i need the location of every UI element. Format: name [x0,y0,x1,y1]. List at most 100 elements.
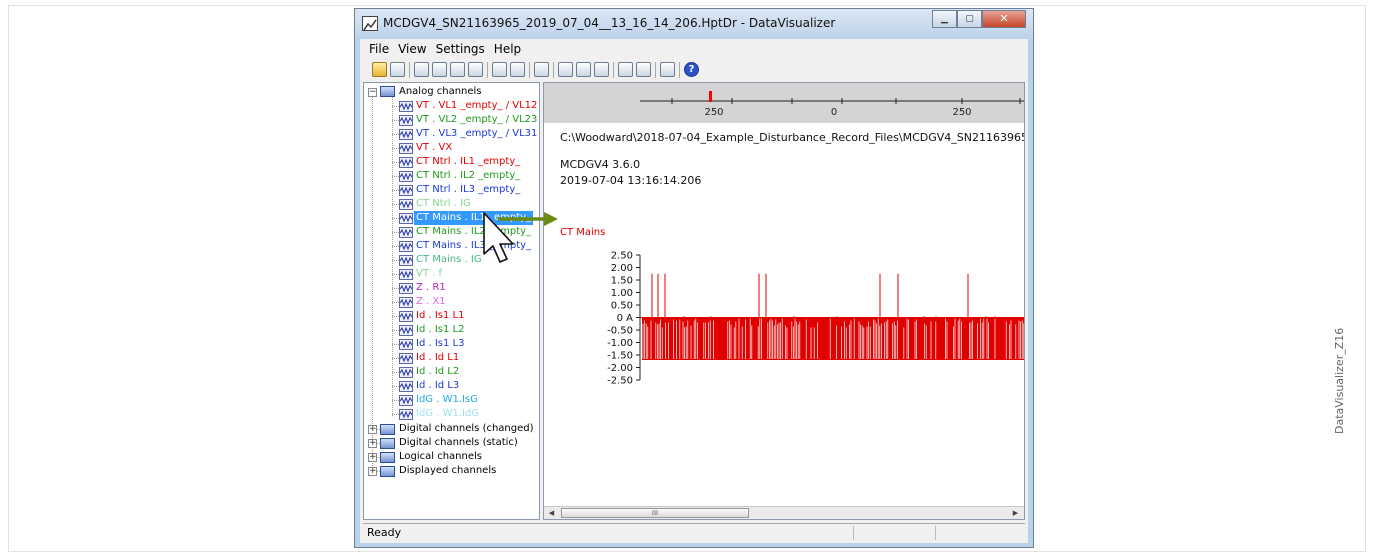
tree-channel-item[interactable]: Id . Id L1 [364,351,539,365]
trigger-marker [709,91,712,102]
collapse-icon[interactable]: − [368,88,377,97]
waveform-icon [399,311,413,322]
tree-channel-label: CT Ntrl . IL2 _empty_ [416,170,521,181]
tree-channel-item[interactable]: VT . VL1 _empty_ / VL12 [364,99,539,113]
waveform-icon [399,199,413,210]
status-cell [853,526,934,540]
zoom-in-icon[interactable] [576,62,591,77]
horizontal-scrollbar[interactable]: ◀ III ▶ [544,506,1024,519]
tree-channel-item[interactable]: CT Mains . IL1 _empty_ [364,211,539,225]
folder-icon [380,452,395,463]
tree-group-item[interactable]: + Logical channels [364,450,539,464]
tree-root[interactable]: − Analog channels [364,85,539,99]
tree-channel-item[interactable]: Id . Is1 L2 [364,323,539,337]
title-bar[interactable]: MCDGV4_SN21163965_2019_07_04__13_16_14_2… [355,9,1033,39]
waveform-icon [399,409,413,420]
tree-channel-item[interactable]: IdG . W1.IsG [364,393,539,407]
marker-icon[interactable] [468,62,483,77]
tree-channel-item[interactable]: Z . X1 [364,295,539,309]
open-folder-icon[interactable] [372,62,387,77]
expand-icon[interactable]: + [368,425,377,434]
toolbar-separator [487,62,488,78]
help-icon[interactable]: ? [684,62,699,77]
tree-channel-item[interactable]: VT . f [364,267,539,281]
cursor-icon[interactable] [432,62,447,77]
maximize-button[interactable]: ▢ [957,10,982,28]
export-icon[interactable] [534,62,549,77]
time-tick-label: 250 [952,107,971,118]
chart-view[interactable]: 250 0 250 C:\Woodward\2018-07-04_Example_D… [543,82,1025,520]
graph-icon[interactable] [492,62,507,77]
menu-view[interactable]: View [398,39,426,59]
menu-file[interactable]: File [369,39,389,59]
frame-top [8,5,1366,6]
tree-group-label: Digital channels (static) [399,437,518,448]
channel-settings-icon[interactable] [414,62,429,77]
tree-channel-item[interactable]: VT . VL3 _empty_ / VL31 [364,127,539,141]
print-icon[interactable] [660,62,675,77]
y-tick-label: 0 A [617,313,634,324]
y-tick-label: -1.50 [607,351,633,362]
tree-channel-item[interactable]: CT Ntrl . IL2 _empty_ [364,169,539,183]
tree-group-label: Logical channels [399,451,483,462]
expand-icon[interactable]: + [368,467,377,476]
tree-channel-item[interactable]: CT Mains . IG [364,253,539,267]
file-path: C:\Woodward\2018-07-04_Example_Disturban… [560,131,1025,144]
toolbar-separator [679,62,680,78]
tree-channel-item[interactable]: VT . VL2 _empty_ / VL23 [364,113,539,127]
waveform-icon [399,213,413,224]
tree-channel-item[interactable]: Id . Is1 L1 [364,309,539,323]
y-tick-label: 1.00 [611,288,633,299]
tree-group-item[interactable]: + Displayed channels [364,464,539,478]
tree-channel-item[interactable]: CT Mains . IL3 _empty_ [364,239,539,253]
close-button[interactable]: ✕ [982,10,1026,28]
menu-bar: File View Settings Help [360,39,1028,59]
frame-bottom [8,551,1366,552]
tree-channel-label: IdG . W1.IsG [416,394,478,405]
minimize-button[interactable]: ▁ [932,10,957,28]
tree-group-item[interactable]: + Digital channels (changed) [364,422,539,436]
chart-title: CT Mains [560,227,606,238]
tree-channel-item[interactable]: CT Ntrl . IL1 _empty_ [364,155,539,169]
y-tick-label: 2.50 [611,251,633,262]
expand-icon[interactable]: + [368,439,377,448]
tree-channel-item[interactable]: Id . Id L3 [364,379,539,393]
channel-tree[interactable]: − Analog channels VT . VL1 _empty_ / VL1… [363,82,540,520]
tree-channel-item[interactable]: Id . Id L2 [364,365,539,379]
tree-channel-item[interactable]: Z . R1 [364,281,539,295]
waveform-icon [399,367,413,378]
toolbar-separator [409,62,410,78]
tree-channel-item[interactable]: CT Ntrl . IL3 _empty_ [364,183,539,197]
zoom-out-icon[interactable] [594,62,609,77]
tree-channel-label: Id . Id L3 [416,380,460,391]
fit-icon[interactable] [618,62,633,77]
binoculars-icon[interactable] [636,62,651,77]
tree-channel-label: CT Ntrl . IL1 _empty_ [416,156,521,167]
tree-channel-item[interactable]: VT . VX [364,141,539,155]
tree-channel-label: VT . f [416,268,443,279]
tree-channel-item[interactable]: CT Mains . IL2 _empty_ [364,225,539,239]
menu-help[interactable]: Help [494,39,521,59]
table-icon[interactable] [450,62,465,77]
waveform-icon [399,381,413,392]
toolbar-separator [553,62,554,78]
toolbar-separator [655,62,656,78]
tree-channel-item[interactable]: CT Ntrl . IG [364,197,539,211]
grid-icon[interactable] [510,62,525,77]
waveform-icon [399,143,413,154]
scroll-thumb[interactable]: III [561,508,749,518]
expand-icon[interactable]: + [368,453,377,462]
tree-channel-item[interactable]: Id . Is1 L3 [364,337,539,351]
menu-settings[interactable]: Settings [436,39,485,59]
tree-group-item[interactable]: + Digital channels (static) [364,436,539,450]
y-tick-label: 0.50 [611,301,633,312]
scroll-left-button[interactable]: ◀ [545,507,558,519]
waveform-icon [399,395,413,406]
zoom-1-1-icon[interactable] [558,62,573,77]
y-tick-label: -2.50 [607,376,633,387]
waveform-icon [399,241,413,252]
save-icon[interactable] [390,62,405,77]
tree-channel-label: Id . Id L1 [416,352,460,363]
tree-channel-item[interactable]: IdG . W1.IdG [364,407,539,421]
scroll-right-button[interactable]: ▶ [1009,507,1022,519]
